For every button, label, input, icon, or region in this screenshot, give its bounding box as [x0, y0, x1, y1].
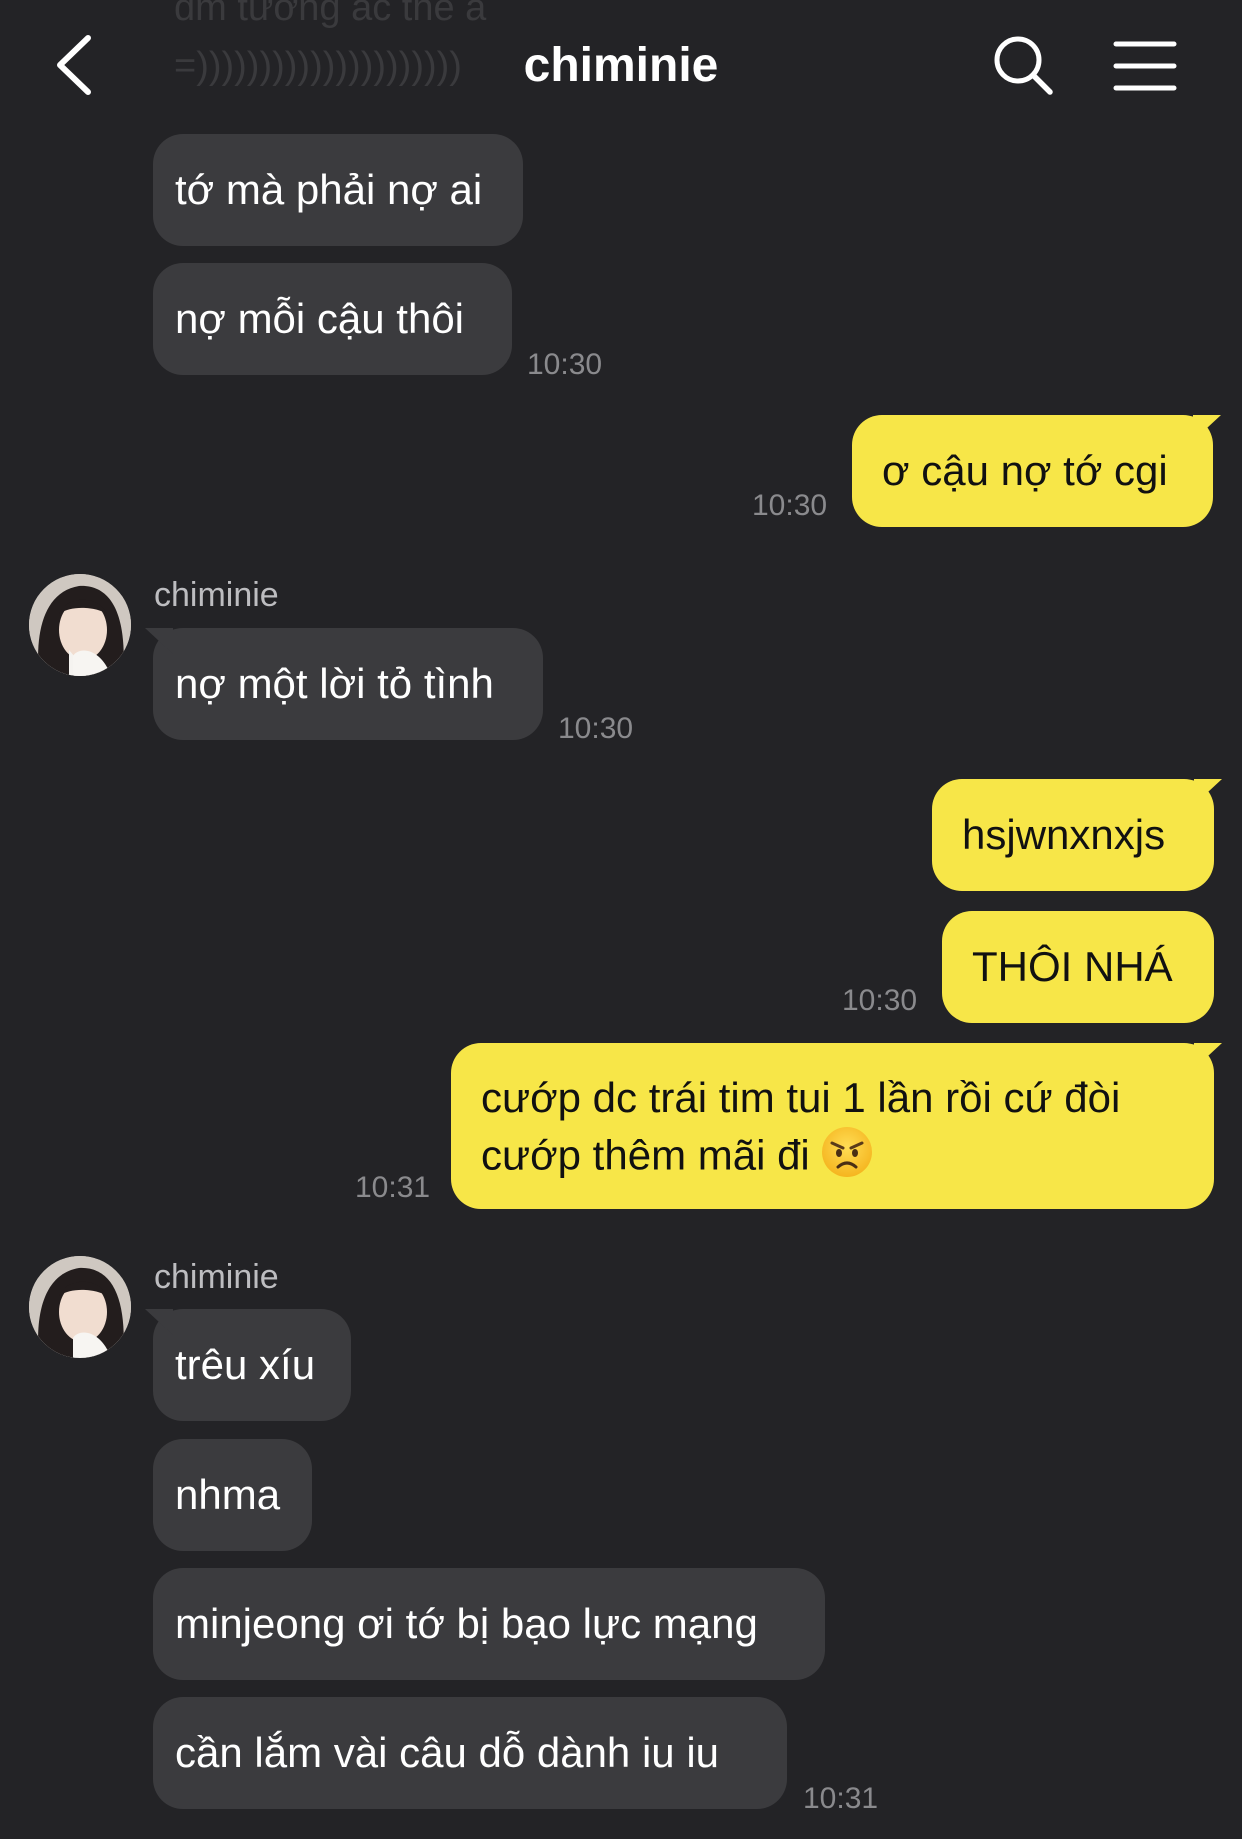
message-text: minjeong ơi tớ bị bạo lực mạng [175, 1600, 758, 1647]
message-timestamp: 10:30 [558, 712, 634, 745]
message-text: nhma [175, 1471, 281, 1518]
incoming-message-bubble[interactable]: tớ mà phải nợ ai [153, 134, 523, 246]
previous-message-text: đm tưởng ác thế à [174, 0, 487, 29]
outgoing-message-bubble[interactable]: THÔI NHÁ [942, 911, 1214, 1023]
incoming-message-bubble[interactable]: cần lắm vài câu dỗ dành iu iu [153, 1697, 787, 1809]
sender-name: chiminie [154, 1258, 279, 1296]
incoming-message-bubble[interactable]: nợ một lời tỏ tình [153, 628, 543, 740]
message-text: nợ mỗi cậu thôi [175, 295, 465, 342]
message-timestamp: 10:30 [752, 489, 828, 522]
message-text: nợ một lời tỏ tình [175, 660, 494, 707]
profile-photo-icon [29, 574, 131, 676]
profile-photo-icon [29, 1256, 131, 1358]
search-button[interactable] [992, 34, 1056, 98]
outgoing-message-bubble[interactable]: ơ cậu nợ tớ cgi [852, 415, 1213, 527]
outgoing-message-bubble[interactable]: hsjwnxnxjs [932, 779, 1214, 891]
sender-name: chiminie [154, 576, 279, 614]
incoming-message-bubble[interactable]: nhma [153, 1439, 312, 1551]
avatar[interactable] [29, 1256, 131, 1358]
message-timestamp: 10:30 [527, 348, 603, 381]
hamburger-menu-icon [1113, 41, 1177, 91]
menu-button[interactable] [1112, 38, 1178, 94]
message-text: hsjwnxnxjs [962, 811, 1166, 858]
message-timestamp: 10:31 [355, 1171, 431, 1204]
message-text: ơ cậu nợ tớ cgi [882, 447, 1168, 494]
message-text: tớ mà phải nợ ai [175, 166, 483, 213]
outgoing-message-bubble[interactable]: cướp dc trái tim tui 1 lần rồi cứ đòi cư… [451, 1043, 1214, 1209]
message-text: cướp dc trái tim tui 1 lần rồi cứ đòi cư… [481, 1074, 1121, 1179]
message-timestamp: 10:31 [803, 1782, 879, 1815]
message-text: cần lắm vài câu dỗ dành iu iu [175, 1729, 720, 1776]
incoming-message-bubble[interactable]: nợ mỗi cậu thôi [153, 263, 512, 375]
message-timestamp: 10:30 [842, 984, 918, 1017]
avatar[interactable] [29, 574, 131, 676]
search-icon [994, 36, 1053, 95]
message-text: THÔI NHÁ [972, 943, 1173, 990]
incoming-message-bubble[interactable]: minjeong ơi tớ bị bạo lực mạng [153, 1568, 825, 1680]
angry-face-icon [820, 1125, 874, 1192]
incoming-message-bubble[interactable]: trêu xíu [153, 1309, 351, 1421]
message-text: trêu xíu [175, 1341, 316, 1388]
